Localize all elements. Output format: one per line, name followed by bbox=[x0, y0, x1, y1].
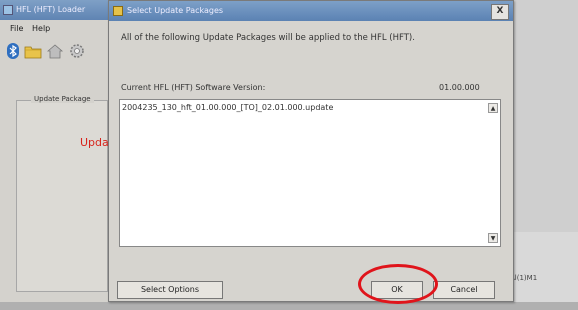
main-window-title: HFL (HFT) Loader bbox=[16, 5, 86, 14]
main-window: HFL (HFT) Loader File Help Update Packag… bbox=[0, 0, 111, 310]
taskbar-edge bbox=[0, 302, 578, 310]
update-package-group: Update Package bbox=[16, 95, 108, 292]
ok-highlight-circle bbox=[358, 264, 438, 304]
select-update-packages-dialog: Select Update Packages X All of the foll… bbox=[108, 0, 514, 302]
version-label: Current HFL (HFT) Software Version: bbox=[121, 83, 266, 92]
scroll-down-arrow-icon[interactable]: ▼ bbox=[488, 233, 498, 243]
select-options-button[interactable]: Select Options bbox=[117, 281, 223, 299]
list-item[interactable]: 2004235_130_hft_01.00.000_[TO]_02.01.000… bbox=[122, 103, 333, 112]
gear-icon[interactable] bbox=[68, 42, 86, 60]
update-package-list[interactable]: 2004235_130_hft_01.00.000_[TO]_02.01.000… bbox=[119, 99, 501, 247]
main-window-title-bar: HFL (HFT) Loader bbox=[0, 0, 110, 20]
app-icon bbox=[3, 5, 13, 15]
menu-bar: File Help bbox=[0, 22, 110, 36]
dialog-icon bbox=[113, 6, 123, 16]
bluetooth-icon[interactable] bbox=[4, 42, 22, 60]
home-icon[interactable] bbox=[46, 42, 64, 60]
dialog-title-bar: Select Update Packages X bbox=[109, 1, 513, 21]
secondary-window-panel bbox=[510, 232, 578, 302]
close-button[interactable]: X bbox=[491, 4, 509, 20]
secondary-window-text: Al(1)M1 bbox=[510, 274, 538, 282]
menu-help[interactable]: Help bbox=[32, 24, 50, 33]
update-status-text: Update bbox=[80, 136, 108, 149]
dialog-intro-text: All of the following Update Packages wil… bbox=[121, 33, 415, 43]
toolbar bbox=[4, 40, 108, 64]
scroll-up-arrow-icon[interactable]: ▲ bbox=[488, 103, 498, 113]
cancel-button[interactable]: Cancel bbox=[433, 281, 495, 299]
version-value: 01.00.000 bbox=[439, 83, 480, 92]
menu-file[interactable]: File bbox=[10, 24, 23, 33]
update-package-label: Update Package bbox=[31, 95, 94, 103]
dialog-title: Select Update Packages bbox=[127, 6, 224, 15]
folder-icon[interactable] bbox=[24, 42, 42, 60]
